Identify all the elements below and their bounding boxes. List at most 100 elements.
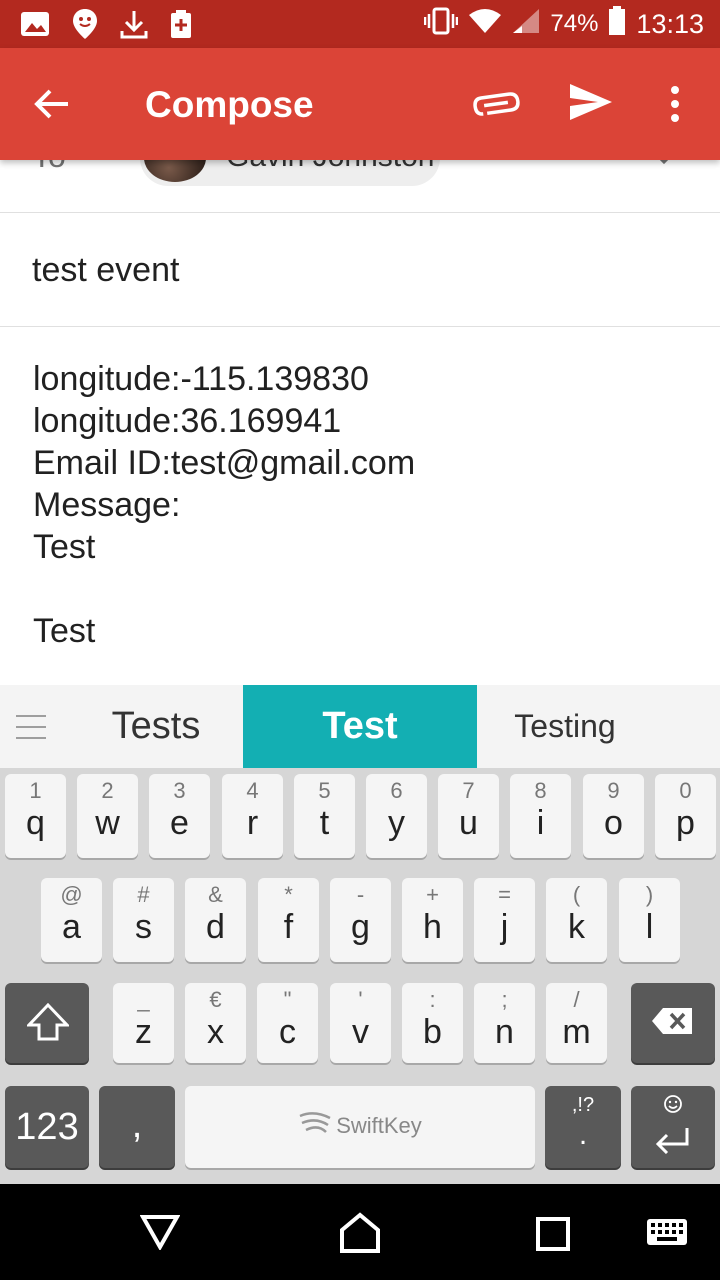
key-o[interactable]: 9o xyxy=(583,774,644,858)
recipient-chip[interactable]: Gavin Johnston xyxy=(140,160,440,186)
key-d[interactable]: & d xyxy=(185,878,246,962)
key-primary-label: h xyxy=(423,908,442,946)
comma-key[interactable]: , xyxy=(99,1086,175,1168)
key-s[interactable]: # s xyxy=(113,878,174,962)
key-secondary-label: 5 xyxy=(318,778,331,803)
key-secondary-label: ( xyxy=(572,882,581,907)
app-bar: Compose xyxy=(0,48,720,160)
key-w[interactable]: 2w xyxy=(77,774,138,858)
enter-icon xyxy=(655,1126,691,1159)
comma-key-label: , xyxy=(131,1104,143,1146)
key-primary-label: c xyxy=(279,1013,296,1051)
keyboard-icon[interactable] xyxy=(646,1218,688,1251)
key-h[interactable]: + h xyxy=(402,878,463,962)
key-i[interactable]: 8i xyxy=(510,774,571,858)
key-b[interactable]: :b xyxy=(402,983,463,1063)
key-primary-label: e xyxy=(170,804,189,842)
body-line: Message: xyxy=(33,486,181,524)
status-notifications xyxy=(20,8,192,45)
key-secondary-label: # xyxy=(137,882,150,907)
key-v[interactable]: ' v xyxy=(330,983,391,1063)
numbers-key[interactable]: 123 xyxy=(5,1086,89,1168)
back-arrow-icon[interactable] xyxy=(32,84,72,129)
key-primary-label: t xyxy=(319,804,330,842)
punctuation-primary: . xyxy=(578,1118,588,1151)
keyboard: 123 , SwiftKey ,!? . 1q2w3e4r5t6y7u8i9o0… xyxy=(0,768,720,1184)
key-primary-label: m xyxy=(562,1013,591,1051)
emoji-icon xyxy=(663,1094,683,1119)
key-primary-label: z xyxy=(135,1013,152,1051)
key-secondary-label: 7 xyxy=(462,778,475,803)
avatar xyxy=(144,160,206,182)
download-icon xyxy=(120,9,148,44)
menu-icon[interactable] xyxy=(16,715,46,748)
key-q[interactable]: 1q xyxy=(5,774,66,858)
key-secondary-label: - xyxy=(356,882,365,907)
key-secondary-label: 0 xyxy=(679,778,692,803)
punctuation-key[interactable]: ,!? . xyxy=(545,1086,621,1168)
key-u[interactable]: 7u xyxy=(438,774,499,858)
recents-icon[interactable] xyxy=(535,1216,571,1257)
key-f[interactable]: * f xyxy=(258,878,319,962)
key-x[interactable]: € x xyxy=(185,983,246,1063)
subject-text: test event xyxy=(32,251,180,289)
page-title: Compose xyxy=(145,84,314,125)
send-icon[interactable] xyxy=(568,82,614,127)
key-y[interactable]: 6y xyxy=(366,774,427,858)
key-j[interactable]: = j xyxy=(474,878,535,962)
chevron-down-icon[interactable] xyxy=(654,160,674,171)
body-field[interactable]: longitude:-115.139830 longitude:36.16994… xyxy=(33,358,693,652)
numbers-key-label: 123 xyxy=(15,1106,79,1148)
subject-field[interactable]: test event xyxy=(0,213,720,327)
space-key-label: SwiftKey xyxy=(185,1112,535,1140)
enter-key[interactable] xyxy=(631,1086,715,1168)
body-line: Test xyxy=(33,528,96,566)
suggestion-2[interactable]: Test xyxy=(243,685,477,768)
key-secondary-label: " xyxy=(283,987,292,1012)
key-primary-label: u xyxy=(459,804,478,842)
key-secondary-label: ; xyxy=(501,987,508,1012)
key-secondary-label: 1 xyxy=(29,778,42,803)
attach-icon[interactable] xyxy=(472,86,520,127)
key-primary-label: d xyxy=(206,908,225,946)
shift-key[interactable] xyxy=(5,983,89,1063)
key-n[interactable]: ; n xyxy=(474,983,535,1063)
key-l[interactable]: ) l xyxy=(619,878,680,962)
key-primary-label: s xyxy=(135,908,152,946)
key-primary-label: i xyxy=(536,804,545,842)
key-secondary-label: : xyxy=(429,987,436,1012)
space-key[interactable]: SwiftKey xyxy=(185,1086,535,1168)
suggestion-3[interactable]: Testing xyxy=(477,685,653,768)
backspace-icon xyxy=(651,1007,693,1040)
key-g[interactable]: -g xyxy=(330,878,391,962)
key-e[interactable]: 3e xyxy=(149,774,210,858)
backspace-key[interactable] xyxy=(631,983,715,1063)
key-z[interactable]: _ z xyxy=(113,983,174,1063)
key-secondary-label: 6 xyxy=(390,778,403,803)
vibrate-icon xyxy=(424,7,459,42)
body-line: longitude:36.169941 xyxy=(33,402,342,440)
key-secondary-label: = xyxy=(498,882,511,907)
to-row[interactable]: To Gavin Johnston xyxy=(0,160,720,213)
key-p[interactable]: 0p xyxy=(655,774,716,858)
key-t[interactable]: 5t xyxy=(294,774,355,858)
key-c[interactable]: " c xyxy=(257,983,318,1063)
to-label: To xyxy=(32,160,66,175)
key-primary-label: a xyxy=(62,908,81,946)
key-primary-label: q xyxy=(26,804,45,842)
key-a[interactable]: @ a xyxy=(41,878,102,962)
location-pin-icon xyxy=(72,8,98,45)
home-icon[interactable] xyxy=(338,1212,382,1259)
key-secondary-label: * xyxy=(284,882,293,907)
back-triangle-icon[interactable] xyxy=(139,1214,181,1255)
key-primary-label: r xyxy=(246,804,259,842)
key-m[interactable]: / m xyxy=(546,983,607,1063)
key-r[interactable]: 4r xyxy=(222,774,283,858)
key-secondary-label: 9 xyxy=(607,778,620,803)
body-line xyxy=(33,568,693,610)
key-secondary-label: 2 xyxy=(101,778,114,803)
suggestion-1[interactable]: Tests xyxy=(70,685,242,768)
more-vert-icon[interactable] xyxy=(668,84,682,129)
key-k[interactable]: (k xyxy=(546,878,607,962)
key-secondary-label: _ xyxy=(137,987,150,1012)
